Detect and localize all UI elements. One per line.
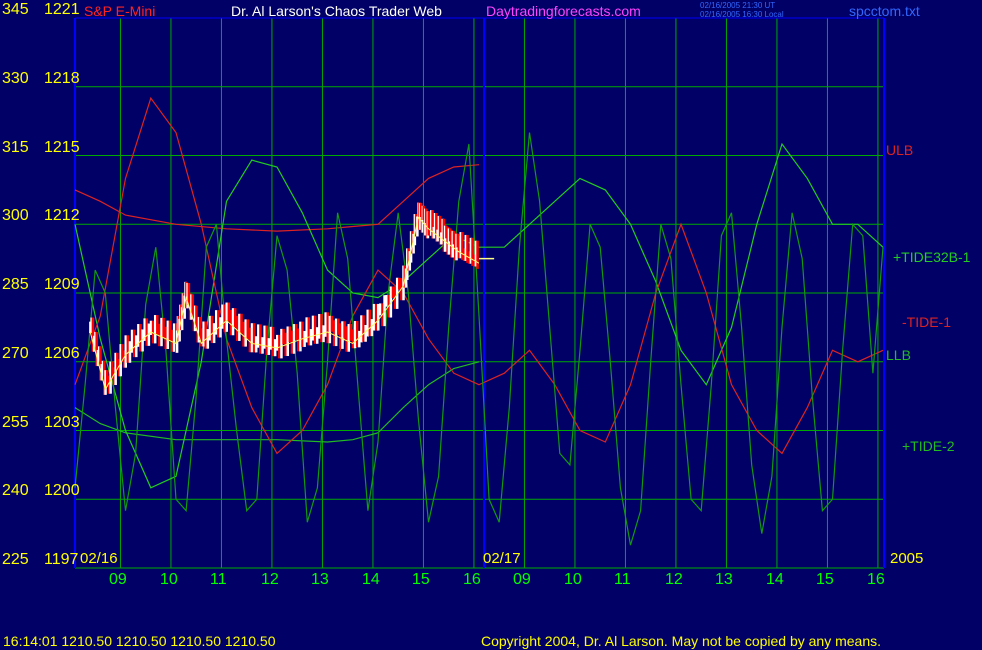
y-tick-label-inner: 1200 xyxy=(44,482,80,499)
chart-title: Dr. Al Larson's Chaos Trader Web xyxy=(231,3,442,19)
x-tick-label: 12 xyxy=(261,571,279,588)
y-tick-label-inner: 1221 xyxy=(44,1,80,18)
filename-label: spcctom.txt xyxy=(849,3,920,19)
series-line-tide2 xyxy=(74,132,884,546)
x-tick-label: 16 xyxy=(867,571,885,588)
x-tick-label: 11 xyxy=(210,571,227,588)
x-tick-label: 16 xyxy=(463,571,481,588)
y-tick-label-outer: 240 xyxy=(2,482,29,499)
y-tick-label-inner: 1209 xyxy=(44,276,80,293)
x-tick-label: 09 xyxy=(109,571,127,588)
time-ut: 02/16/2005 21:30 UT xyxy=(700,1,776,10)
tide2-label: +TIDE-2 xyxy=(902,438,955,454)
y-tick-label-inner: 1215 xyxy=(44,139,80,156)
y-tick-label-outer: 285 xyxy=(2,276,29,293)
x-tick-label: 13 xyxy=(715,571,733,588)
series-line-llb xyxy=(74,361,480,443)
y-tick-label-outer: 270 xyxy=(2,345,29,362)
y-tick-label-outer: 315 xyxy=(2,139,29,156)
date-label-day2: 02/17 xyxy=(483,550,521,567)
price-bar xyxy=(476,240,479,269)
x-tick-label: 09 xyxy=(513,571,531,588)
x-tick-label: 11 xyxy=(614,571,631,588)
x-tick-label: 13 xyxy=(311,571,329,588)
y-tick-label-outer: 255 xyxy=(2,414,29,431)
x-tick-label: 10 xyxy=(160,571,178,588)
site-link[interactable]: Daytradingforecasts.com xyxy=(486,3,641,19)
y-tick-label-outer: 330 xyxy=(2,70,29,87)
y-tick-label-inner: 1206 xyxy=(44,345,80,362)
x-tick-label: 15 xyxy=(412,571,430,588)
x-tick-label: 12 xyxy=(665,571,683,588)
price-average-line xyxy=(89,216,480,391)
tide32b-label: +TIDE32B-1 xyxy=(893,249,971,265)
date-label-day1: 02/16 xyxy=(80,550,118,567)
time-local: 02/16/2005 16:30 Local xyxy=(700,10,784,19)
symbol-label: S&P E-Mini xyxy=(84,3,156,19)
x-tick-label: 10 xyxy=(564,571,582,588)
ulb-label: ULB xyxy=(886,142,914,158)
x-tick-label: 14 xyxy=(362,571,380,588)
x-tick-label: 14 xyxy=(766,571,784,588)
y-tick-label-outer: 225 xyxy=(2,551,29,568)
y-tick-label-outer: 345 xyxy=(2,1,29,18)
y-tick-label-inner: 1212 xyxy=(44,207,80,224)
copyright-notice: Copyright 2004, Dr. Al Larson. May not b… xyxy=(481,633,882,649)
y-tick-label-inner: 1197 xyxy=(44,551,79,568)
tide1-label: -TIDE-1 xyxy=(902,314,951,330)
y-tick-label-inner: 1218 xyxy=(44,70,80,87)
y-tick-label-outer: 300 xyxy=(2,207,29,224)
quote-readout: 16:14:01 1210.50 1210.50 1210.50 1210.50 xyxy=(3,633,276,649)
x-tick-label: 15 xyxy=(816,571,834,588)
llb-label: LLB xyxy=(886,347,911,363)
year-label: 2005 xyxy=(890,550,924,567)
y-tick-label-inner: 1203 xyxy=(44,414,80,431)
